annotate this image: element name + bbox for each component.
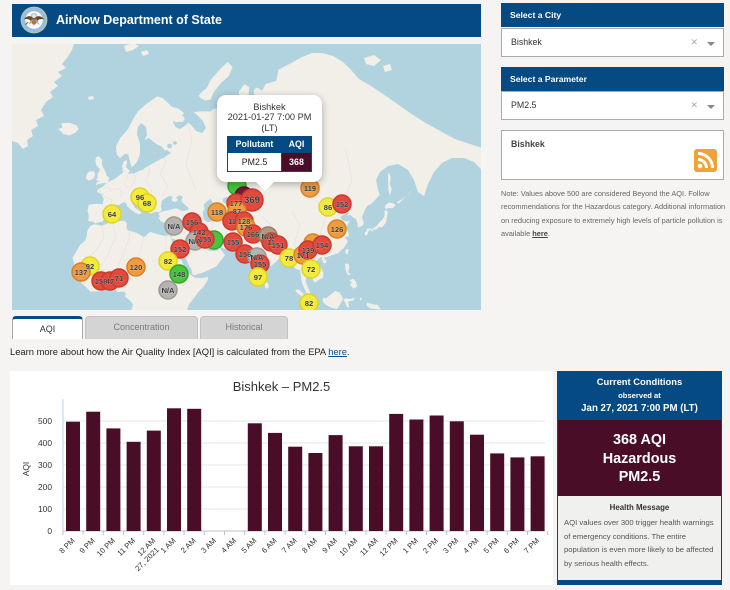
svg-text:1 AM: 1 AM	[159, 536, 178, 555]
svg-text:300: 300	[38, 460, 52, 470]
svg-text:148: 148	[173, 270, 186, 279]
svg-text:3 PM: 3 PM	[441, 536, 460, 555]
svg-text:64: 64	[108, 210, 117, 219]
svg-text:8 PM: 8 PM	[57, 536, 76, 555]
svg-text:7 AM: 7 AM	[280, 536, 299, 555]
svg-text:6 AM: 6 AM	[260, 536, 279, 555]
svg-text:10 PM: 10 PM	[95, 536, 117, 558]
svg-text:119: 119	[304, 184, 316, 193]
svg-text:0: 0	[47, 526, 52, 536]
svg-text:100: 100	[38, 504, 52, 514]
svg-text:8 AM: 8 AM	[300, 536, 319, 555]
svg-text:5 PM: 5 PM	[482, 536, 501, 555]
svg-text:11 AM: 11 AM	[358, 536, 379, 557]
svg-text:82: 82	[305, 299, 313, 308]
svg-text:500: 500	[38, 416, 52, 426]
svg-text:N/A: N/A	[161, 286, 175, 295]
svg-text:126: 126	[331, 225, 344, 234]
svg-text:10 AM: 10 AM	[338, 536, 360, 558]
svg-text:68: 68	[143, 199, 151, 208]
svg-text:1 PM: 1 PM	[401, 536, 420, 555]
svg-text:5 AM: 5 AM	[240, 536, 259, 555]
svg-text:152: 152	[174, 245, 187, 254]
svg-text:12 PM: 12 PM	[378, 536, 400, 558]
svg-text:200: 200	[38, 482, 52, 492]
svg-text:87: 87	[233, 207, 241, 216]
svg-text:166: 166	[247, 230, 260, 239]
svg-text:4 PM: 4 PM	[461, 536, 480, 555]
svg-text:137: 137	[75, 268, 88, 277]
svg-text:155: 155	[254, 260, 267, 269]
svg-text:120: 120	[130, 263, 143, 272]
svg-text:72: 72	[307, 265, 315, 274]
svg-text:3 AM: 3 AM	[199, 536, 218, 555]
svg-text:139: 139	[302, 246, 315, 255]
svg-text:400: 400	[38, 438, 52, 448]
svg-text:71: 71	[115, 274, 124, 283]
svg-text:4 AM: 4 AM	[219, 536, 238, 555]
svg-text:155: 155	[199, 235, 212, 244]
svg-text:11: 11	[228, 217, 237, 226]
svg-text:86: 86	[324, 203, 332, 212]
svg-text:2 AM: 2 AM	[179, 536, 198, 555]
svg-text:82: 82	[164, 257, 172, 266]
svg-text:151: 151	[272, 241, 285, 250]
svg-text:369: 369	[244, 195, 260, 206]
svg-text:118: 118	[211, 208, 223, 217]
svg-text:9 PM: 9 PM	[78, 536, 97, 555]
svg-text:2 PM: 2 PM	[421, 536, 440, 555]
svg-text:78: 78	[285, 254, 293, 263]
svg-text:47: 47	[106, 277, 114, 286]
svg-text:7 PM: 7 PM	[522, 536, 541, 555]
svg-text:6 PM: 6 PM	[502, 536, 521, 555]
svg-text:154: 154	[316, 241, 329, 250]
svg-text:11 PM: 11 PM	[115, 536, 137, 558]
svg-text:155: 155	[227, 238, 240, 247]
svg-text:152: 152	[336, 200, 349, 209]
svg-text:N/A: N/A	[167, 222, 181, 231]
svg-text:AQI: AQI	[21, 462, 31, 476]
svg-text:156: 156	[186, 218, 199, 227]
svg-text:9 AM: 9 AM	[320, 536, 339, 555]
svg-text:97: 97	[254, 273, 262, 282]
svg-text:156: 156	[239, 250, 252, 259]
